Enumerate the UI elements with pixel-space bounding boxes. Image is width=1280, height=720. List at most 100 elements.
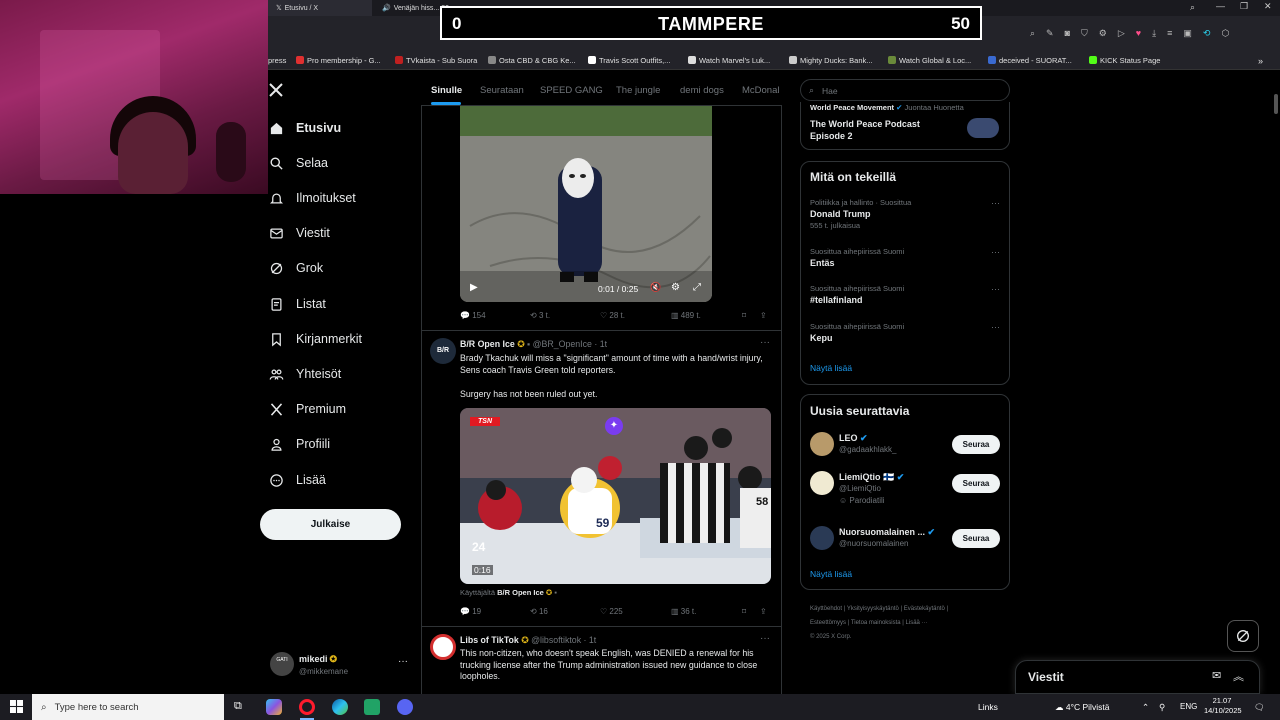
nav-bookmarks[interactable]: Kirjanmerkit	[268, 326, 362, 352]
language-indicator[interactable]: ENG	[1180, 702, 1197, 711]
bookmark-item[interactable]: Watch Marvel's Luk...	[688, 56, 770, 65]
tweet-author[interactable]: Libs of TikTok	[460, 635, 519, 645]
menu-icon[interactable]: ≡	[1167, 28, 1172, 42]
bookmark-item[interactable]: Mighty Ducks: Bank...	[789, 56, 873, 65]
restore-icon[interactable]: ❐	[1240, 1, 1248, 12]
views-button[interactable]: ▥ 36 t.	[671, 607, 696, 616]
download-icon[interactable]: ⤓	[1152, 28, 1156, 42]
copilot-icon[interactable]	[266, 699, 282, 715]
settings-icon[interactable]: ⬡	[1221, 28, 1229, 42]
bookmark-item[interactable]: deceived - SUORAT...	[988, 56, 1072, 65]
bookmark-item[interactable]: press	[268, 56, 286, 65]
expand-chevron-icon[interactable]: ︽	[1233, 668, 1244, 684]
opera-gx-icon[interactable]	[299, 699, 315, 715]
bookmark-item[interactable]: Travis Scott Outfits,...	[588, 56, 670, 65]
source-user-link[interactable]: B/R Open Ice	[497, 588, 544, 597]
footer-link[interactable]: Tietoa mainoksista	[851, 620, 901, 626]
bookmark-item[interactable]: KICK Status Page	[1089, 56, 1160, 65]
mute-icon[interactable]: 🔇	[650, 282, 661, 293]
taskbar-search-input[interactable]: ⌕ Type here to search	[32, 694, 224, 720]
nav-premium[interactable]: Premium	[268, 396, 346, 422]
retweet-button[interactable]: ⟲ 16	[530, 607, 548, 616]
spreadsheet-app-icon[interactable]	[364, 699, 380, 715]
play-icon[interactable]: ▶	[470, 282, 478, 293]
follow-suggestion[interactable]: Nuorsuomalainen ... ✔ @nuorsuomalainen S…	[810, 526, 1002, 554]
edit-icon[interactable]: ✎	[1046, 28, 1054, 42]
heart-icon[interactable]: ♥	[1136, 28, 1141, 42]
tab-etusivu[interactable]: 𝕏 Etusivu / X	[268, 0, 372, 16]
more-dots-icon[interactable]: ···	[760, 337, 770, 348]
weather-widget[interactable]: ☁ 4°C Pilvistä	[1055, 702, 1109, 713]
bookmark-item[interactable]: TVkaista - Sub Suora	[395, 56, 477, 65]
video-settings-icon[interactable]: ⚙	[671, 282, 680, 293]
fullscreen-icon[interactable]: ⤢	[693, 282, 701, 293]
more-dots-icon[interactable]: ···	[760, 633, 770, 644]
more-dots-icon[interactable]: ···	[991, 284, 1000, 294]
follow-suggestion[interactable]: LiemiQtio 🇫🇮 ✔ @LiemiQtio ☺ Parodiatili …	[810, 471, 1002, 511]
nav-home[interactable]: Etusivu	[268, 115, 341, 141]
tray-overflow-icon[interactable]: ⌃	[1142, 702, 1149, 713]
nav-communities[interactable]: Yhteisöt	[268, 361, 341, 387]
scrollbar-thumb[interactable]	[1274, 94, 1278, 114]
task-view-icon[interactable]: ⧉	[234, 700, 242, 713]
more-dots-icon[interactable]: ···	[991, 322, 1000, 332]
trend-item[interactable]: Suosittua aihepiirissä Suomi Entäs ···	[810, 247, 1000, 277]
zoom-icon[interactable]: ⌕	[1030, 28, 1035, 42]
share-button[interactable]: ⇪	[760, 607, 767, 616]
tweet-video-player[interactable]: TSN ✦ 59 24 58 0:16	[460, 408, 771, 584]
footer-link[interactable]: Yksityisyyskäytäntö	[847, 606, 899, 612]
sparkle-icon[interactable]: ✦	[605, 417, 623, 435]
bookmark-item[interactable]: Osta CBD & CBG Ke...	[488, 56, 576, 65]
podcast-card[interactable]: World Peace Movement ✔ Juontaa Huonetta …	[800, 102, 1010, 150]
nav-explore[interactable]: Selaa	[268, 150, 328, 176]
new-message-icon[interactable]: ✉	[1212, 669, 1221, 682]
more-dots-icon[interactable]: ···	[991, 198, 1000, 208]
more-dots-icon[interactable]: ···	[991, 247, 1000, 257]
follow-button[interactable]: Seuraa	[952, 474, 1000, 493]
bookmarks-overflow-icon[interactable]: »	[1258, 56, 1263, 66]
reply-button[interactable]: 💬 19	[460, 607, 481, 616]
nav-lists[interactable]: Listat	[268, 291, 326, 317]
like-button[interactable]: ♡ 28 t.	[600, 311, 625, 320]
minimize-icon[interactable]: —	[1216, 1, 1225, 11]
tab-speed-gang[interactable]: SPEED GANG	[540, 85, 603, 96]
messages-drawer[interactable]: Viestit ✉ ︽	[1015, 660, 1260, 694]
nav-grok[interactable]: Grok	[268, 255, 323, 281]
aria-icon[interactable]: ⟲	[1203, 28, 1211, 42]
bookmark-button[interactable]: ⌑	[742, 607, 746, 616]
shield-icon[interactable]: ⛉	[1081, 28, 1088, 42]
retweet-button[interactable]: ⟲ 3 t.	[530, 311, 550, 320]
nav-more[interactable]: Lisää	[268, 467, 326, 493]
footer-link[interactable]: Käyttöehdot	[810, 606, 842, 612]
share-button[interactable]: ⇪	[760, 311, 767, 320]
reply-button[interactable]: 💬 154	[460, 311, 486, 320]
post-button[interactable]: Julkaise	[260, 509, 401, 540]
clock[interactable]: 21.07 14/10/2025	[1204, 696, 1242, 716]
tweet-author[interactable]: B/R Open Ice	[460, 339, 515, 349]
search-tabs-icon[interactable]: ⌕	[1190, 2, 1195, 13]
network-icon[interactable]: ⚲	[1159, 702, 1165, 713]
account-switcher[interactable]: GATI mikedi ✪ @mikkemane ···	[268, 650, 413, 684]
play-icon[interactable]: ▷	[1118, 28, 1125, 42]
nav-notifications[interactable]: Ilmoitukset	[268, 185, 356, 211]
bookmark-item[interactable]: Pro membership - G...	[296, 56, 381, 65]
search-input[interactable]: ⌕ Hae	[800, 79, 1010, 101]
wallet-icon[interactable]: ▣	[1183, 28, 1192, 42]
tab-following[interactable]: Seurataan	[480, 85, 524, 96]
follow-button[interactable]: Seuraa	[952, 529, 1000, 548]
camera-icon[interactable]: ◙	[1065, 28, 1070, 42]
avatar[interactable]	[430, 634, 456, 660]
tab-mcdonal[interactable]: McDonal	[742, 85, 780, 96]
trend-item[interactable]: Suosittua aihepiirissä Suomi #tellafinla…	[810, 284, 1000, 314]
trend-item[interactable]: Suosittua aihepiirissä Suomi Kepu ···	[810, 322, 1000, 352]
page-scrollbar[interactable]	[1272, 74, 1280, 694]
follow-button[interactable]: Seuraa	[952, 435, 1000, 454]
x-logo-icon[interactable]	[268, 82, 286, 100]
avatar[interactable]: B/R	[430, 338, 456, 364]
show-more-link[interactable]: Näytä lisää	[810, 569, 852, 579]
discord-icon[interactable]	[397, 699, 413, 715]
bookmark-button[interactable]: ⌑	[742, 311, 746, 320]
close-window-icon[interactable]: ✕	[1264, 1, 1272, 12]
tweet-video-player[interactable]: ▶ 0:01 / 0:25 🔇 ⚙ ⤢	[460, 106, 712, 302]
footer-link[interactable]: Esteettömyys	[810, 620, 846, 626]
